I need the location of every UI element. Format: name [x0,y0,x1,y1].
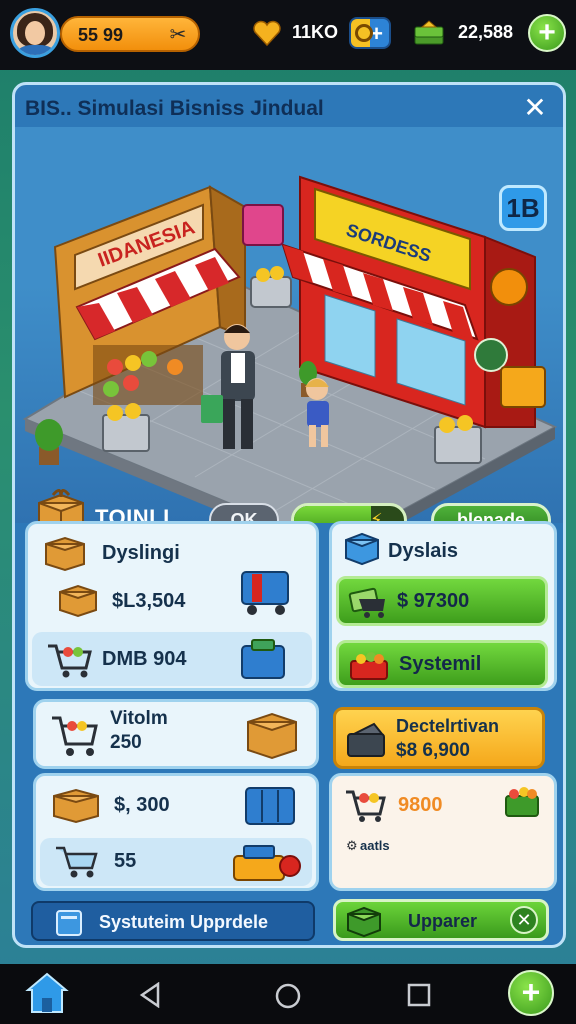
storage-box-icon [245,787,295,825]
money-cart-icon [348,587,385,618]
blue-box-icon [345,532,379,566]
vitolm-card[interactable]: Vitolm 250 [33,699,319,769]
home-icon[interactable] [24,970,70,1016]
panel-title: BIS.. Simulasi Bisniss Jindual [25,97,324,120]
close-button[interactable]: ✕ [521,94,549,123]
system-upgrade-button[interactable]: Systuteim Upprdele [31,901,315,941]
dyslingi-amount: $L3,504 [112,590,186,612]
box-icon [59,584,97,618]
cash-register-icon [347,722,385,757]
savings-card[interactable]: $, 300 55 [33,773,319,891]
basket-icon [350,652,388,680]
upgrade-label: Upparer [408,911,478,931]
savings-amount: $, 300 [114,794,170,816]
gear-icon: ⚙ [346,838,358,853]
recent-apps-icon[interactable] [406,982,432,1008]
add-cash-button[interactable]: + [528,14,566,52]
gems-value: 11KO [292,22,339,42]
cart-outline-icon [56,846,98,878]
player-avatar[interactable] [10,8,60,58]
cart-earnings-amount: 9800 [398,794,443,816]
plus-label: + [538,16,556,49]
system-navigation-bar: + [0,964,576,1024]
dyslingi-sub-row: DMB 904 [32,632,312,686]
cash-value: 22,588 [458,22,514,42]
plus-label: + [521,974,541,1010]
dyslais-title: Dyslais [388,540,459,562]
dectelrtivan-title: Dectelrtivan [396,716,500,736]
isometric-shop-illustration: IIDANESIA SORDESS [22,175,558,523]
vitolm-title: Vitolm [110,708,168,729]
back-icon[interactable] [138,982,164,1008]
delivery-cart-icon [241,571,289,615]
green-cube-icon [347,906,381,938]
document-icon [56,910,82,936]
box-icon [247,712,297,760]
coin-icon [355,24,373,42]
shopping-cart-icon [48,644,92,678]
close-icon[interactable]: ✕ [510,906,538,934]
progress-bar[interactable]: ⚡ [291,503,407,523]
top-status-bar: 55 99 ✂ 11KO + 22,588 + [0,0,576,70]
storage-box-icon [241,639,285,679]
dectelrtivan-card[interactable]: Dectelrtivan $8 6,900 [333,707,545,769]
add-button[interactable]: + [508,970,554,1016]
cash-stack-icon [414,20,444,45]
business-simulation-panel: BIS.. Simulasi Bisniss Jindual ✕ IIDANES… [12,82,566,948]
cart-earnings-card[interactable]: 9800 ⚙ aatls [329,773,557,891]
price-bar[interactable]: $ 97300 [336,576,548,626]
small-label: aatls [360,838,390,853]
savings-sub-value: 55 [114,850,137,872]
system-upgrade-label: Systuteim Upprdele [99,912,269,932]
money-value: 55 99 [78,25,124,45]
add-gems-button[interactable]: + [349,17,391,49]
shopping-cart-icon [346,790,386,822]
system-label: Systemil [399,653,482,675]
dyslingi-card[interactable]: Dyslingi $L3,504 DMB 904 [25,521,319,691]
dyslais-card[interactable]: Dyslais $ 97300 Systemil [329,521,557,691]
home-circle-icon[interactable] [274,982,302,1010]
shopping-cart-icon [52,716,98,756]
box-icon [53,788,99,824]
tools-icon[interactable]: ✂ [166,23,190,47]
money-counter[interactable]: 55 99 ✂ [60,16,200,52]
basket-icon [505,787,539,817]
heart-icon [253,20,281,47]
box-icon [45,536,85,572]
dyslingi-title: Dyslingi [102,542,180,564]
level-badge: 1B [499,185,547,231]
system-bar[interactable]: Systemil [336,640,548,688]
cash-register-icon [233,845,301,881]
blenade-button[interactable]: blenade [431,503,551,523]
savings-sub-row: 55 [40,838,312,886]
price-value: $ 97300 [397,590,470,612]
vitolm-value: 250 [110,732,142,753]
ok-toggle[interactable]: OK [209,503,279,523]
shop-scene: IIDANESIA SORDESS 1B TOINLI OK ⚡ blenade [15,127,563,523]
dectelrtivan-amount: $8 6,900 [396,740,470,761]
gift-box-icon [38,489,84,523]
dyslingi-sub-value: DMB 904 [102,648,187,670]
upgrade-button[interactable]: Upparer ✕ [333,899,549,941]
